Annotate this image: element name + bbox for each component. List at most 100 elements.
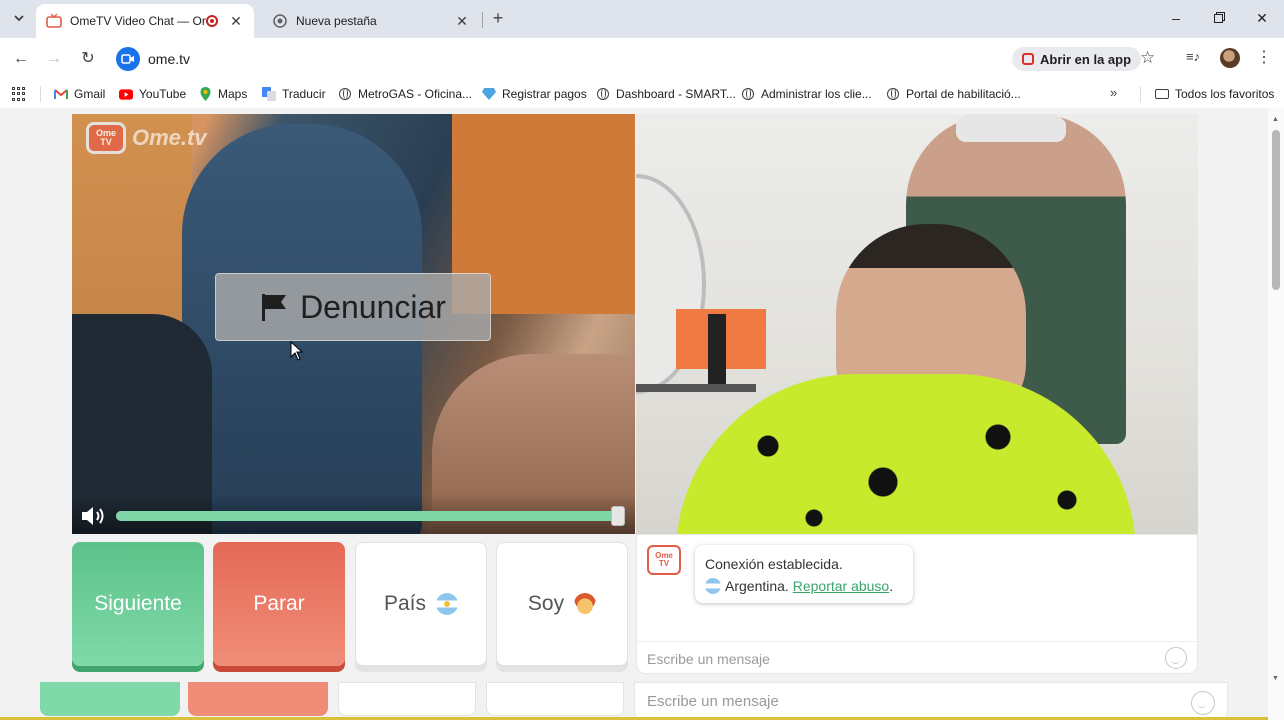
- report-label: Denunciar: [300, 288, 446, 325]
- ometv-logo-icon: Ome TV: [86, 122, 126, 154]
- tab-title: Nueva pestaña: [296, 14, 377, 28]
- emoji-icon: [1191, 691, 1215, 715]
- stranger-video: Ome TV Ome.tv Denunciar: [72, 114, 635, 534]
- bookmark-label: Dashboard - SMART...: [616, 87, 736, 101]
- bookmark-dashboard[interactable]: Dashboard - SMART...: [596, 85, 736, 103]
- chrome-icon: [272, 13, 288, 29]
- ghost-message-input[interactable]: Escribe un mensaje: [634, 682, 1228, 720]
- bookmark-portal[interactable]: Portal de habilitació...: [886, 85, 1021, 103]
- globe-icon: [886, 87, 900, 101]
- bookmark-maps[interactable]: Maps: [198, 85, 247, 103]
- address-bar[interactable]: ome.tv: [110, 43, 1142, 75]
- chat-panel: Ome TV Conexión establecida. Argentina. …: [636, 534, 1198, 674]
- open-in-app-button[interactable]: Abrir en la app: [1012, 47, 1142, 71]
- more-menu-icon[interactable]: ⋮: [1256, 47, 1272, 67]
- back-icon[interactable]: ←: [10, 48, 32, 70]
- globe-icon: [741, 87, 755, 101]
- restore-icon[interactable]: [1209, 8, 1229, 28]
- minimize-icon[interactable]: –: [1166, 8, 1186, 28]
- volume-slider[interactable]: [116, 506, 625, 526]
- ghost-gender-button: [486, 682, 624, 716]
- country-button[interactable]: País: [355, 542, 487, 666]
- scroll-down-icon[interactable]: ▼: [1272, 675, 1279, 682]
- bookmark-administrar[interactable]: Administrar los clie...: [741, 85, 872, 103]
- globe-icon: [338, 87, 352, 101]
- tab-close-icon[interactable]: ✕: [454, 13, 470, 30]
- tab-ometv[interactable]: OmeTV Video Chat — Ome ✕: [36, 4, 254, 38]
- ometv-logo: Ome TV Ome.tv: [86, 122, 207, 154]
- diamond-icon: [482, 87, 496, 101]
- bookmark-gmail[interactable]: Gmail: [54, 85, 105, 103]
- tab-search-button[interactable]: [8, 7, 30, 29]
- stop-label: Parar: [253, 592, 305, 615]
- ghost-next-button: [40, 682, 180, 716]
- close-window-icon[interactable]: ✕: [1252, 8, 1272, 28]
- media-control-icon[interactable]: ≡♪: [1186, 49, 1200, 64]
- bookmarks-bar: Gmail YouTube Maps Traducir MetroGAS - O…: [0, 80, 1284, 108]
- speaker-icon[interactable]: [80, 504, 108, 528]
- bookmark-metrogas[interactable]: MetroGAS - Oficina...: [338, 85, 472, 103]
- bookmarks-separator: [40, 86, 41, 102]
- more-bookmarks-icon[interactable]: »: [1110, 85, 1117, 100]
- argentina-flag-icon: [705, 578, 721, 594]
- tab-strip: OmeTV Video Chat — Ome ✕ Nueva pestaña ✕…: [0, 0, 1284, 38]
- page-scrollbar[interactable]: ▲ ▼: [1268, 108, 1284, 720]
- translate-icon: [262, 87, 276, 101]
- emoji-icon[interactable]: [1165, 647, 1187, 669]
- report-button[interactable]: Denunciar: [215, 273, 491, 341]
- all-bookmarks-button[interactable]: Todos los favoritos: [1155, 85, 1274, 103]
- forward-icon[interactable]: →: [43, 48, 65, 70]
- partner-country: Argentina.: [725, 578, 789, 594]
- bookmark-registrar-pagos[interactable]: Registrar pagos: [482, 85, 587, 103]
- browser-toolbar: ← → ↻ ome.tv Abrir en la app ☆ ≡♪ ⋮: [0, 38, 1284, 80]
- tab-new-tab[interactable]: Nueva pestaña ✕: [262, 4, 480, 38]
- recording-icon: [206, 15, 218, 27]
- stop-button[interactable]: Parar: [213, 542, 345, 666]
- scrollbar-thumb[interactable]: [1272, 130, 1280, 290]
- volume-handle[interactable]: [611, 506, 625, 526]
- next-button[interactable]: Siguiente: [72, 542, 204, 666]
- self-video: [636, 114, 1198, 534]
- new-tab-button[interactable]: +: [488, 8, 508, 28]
- ometv-page: Ome TV Ome.tv Denunciar Siguiente Parar …: [0, 108, 1268, 720]
- profile-avatar[interactable]: [1220, 48, 1240, 68]
- open-in-app-label: Abrir en la app: [1040, 51, 1132, 67]
- ometv-avatar-icon: Ome TV: [647, 545, 681, 575]
- message-input[interactable]: Escribe un mensaje: [637, 641, 1197, 675]
- bookmark-label: YouTube: [139, 87, 187, 101]
- volume-control: [80, 504, 625, 528]
- ghost-country-button: [338, 682, 476, 716]
- bookmark-star-icon[interactable]: ☆: [1140, 48, 1155, 68]
- message-placeholder: Escribe un mensaje: [647, 650, 770, 667]
- gender-label: Soy: [527, 592, 565, 615]
- all-bookmarks-label: Todos los favoritos: [1175, 87, 1275, 101]
- bookmark-label: MetroGAS - Oficina...: [358, 87, 473, 101]
- logo-text: Ome.tv: [132, 125, 207, 150]
- youtube-icon: [119, 87, 133, 101]
- maps-icon: [198, 87, 212, 101]
- tab-close-icon[interactable]: ✕: [228, 13, 244, 30]
- bookmark-label: Administrar los clie...: [761, 87, 872, 101]
- apps-grid-icon[interactable]: [12, 87, 26, 101]
- reload-icon[interactable]: ↻: [77, 48, 99, 70]
- camera-permission-icon[interactable]: [116, 47, 140, 71]
- tab-title: OmeTV Video Chat — Ome: [70, 14, 206, 28]
- scroll-up-icon[interactable]: ▲: [1272, 116, 1279, 123]
- tab-separator: [482, 12, 483, 28]
- bookmark-translate[interactable]: Traducir: [262, 85, 326, 103]
- folder-icon: [1155, 87, 1169, 101]
- bookmark-youtube[interactable]: YouTube: [119, 85, 186, 103]
- gender-button[interactable]: Soy: [496, 542, 628, 666]
- mouse-cursor-icon: [290, 341, 304, 361]
- connection-status: Conexión establecida.: [705, 556, 843, 572]
- report-abuse-link[interactable]: Reportar abuso: [793, 578, 890, 594]
- globe-icon: [596, 87, 610, 101]
- app-icon: [1022, 53, 1034, 65]
- volume-fill: [116, 511, 625, 521]
- bookmark-label: Portal de habilitació...: [906, 87, 1021, 101]
- url-text: ome.tv: [148, 51, 191, 67]
- next-label: Siguiente: [94, 592, 182, 615]
- system-message: Conexión establecida. Argentina. Reporta…: [695, 545, 913, 603]
- bookmark-label: Traducir: [282, 87, 326, 101]
- argentina-flag-icon: [436, 593, 459, 615]
